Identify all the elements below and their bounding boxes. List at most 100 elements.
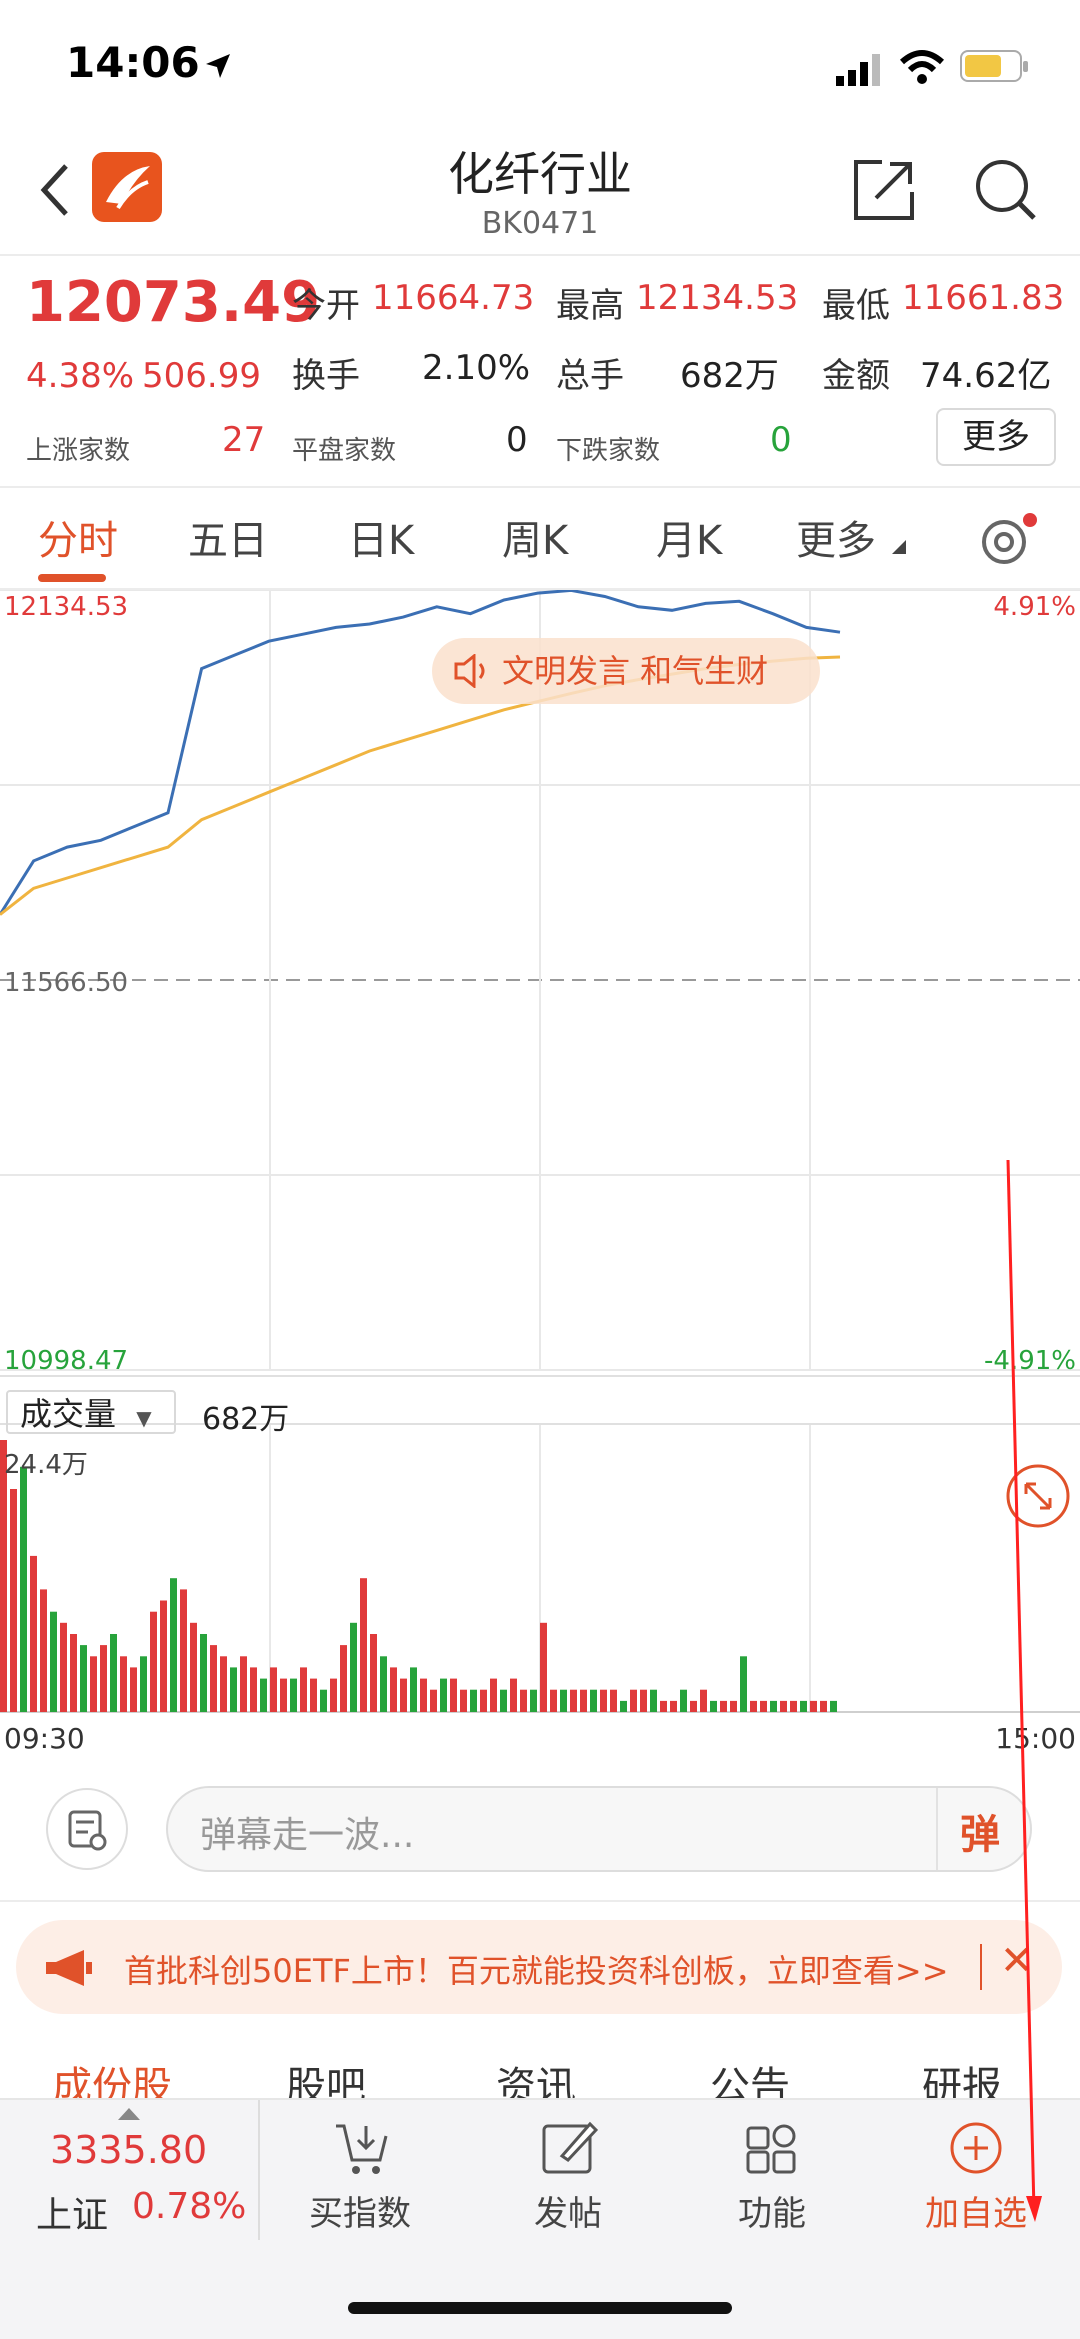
volume-value: 682万	[680, 356, 779, 396]
functions-label: 功能	[738, 2194, 806, 2234]
volume-bar	[210, 1645, 217, 1712]
volume-bar	[670, 1700, 677, 1712]
volume-bar	[430, 1689, 437, 1712]
up-arrow-icon	[118, 2108, 140, 2120]
volume-bar	[560, 1689, 567, 1712]
tab-monthly-k[interactable]: 月K	[656, 508, 722, 566]
volume-indicator-label: 成交量	[20, 1395, 117, 1433]
active-tab-indicator	[38, 574, 106, 582]
quote-more-button[interactable]: 更多	[936, 408, 1056, 466]
buy-index-label: 买指数	[309, 2194, 411, 2234]
volume-bar	[540, 1622, 547, 1712]
volume-bar	[90, 1656, 97, 1712]
price-bottom-label: 10998.47	[4, 1346, 129, 1376]
tab-more[interactable]: 更多	[796, 508, 876, 566]
volume-bar	[40, 1589, 47, 1712]
volume-label: 总手	[556, 356, 624, 396]
volume-bar	[680, 1689, 687, 1712]
volume-bar	[600, 1689, 607, 1712]
flat-count-value: 0	[506, 420, 528, 460]
volume-indicator-select[interactable]: 成交量 ▼	[6, 1390, 176, 1434]
index-name: 上证	[36, 2195, 109, 2236]
price-top-label: 12134.53	[4, 592, 129, 622]
battery-icon	[960, 50, 1028, 82]
flat-count-label: 平盘家数	[292, 436, 397, 466]
volume-bar	[200, 1634, 207, 1712]
index-ticker[interactable]: 3335.80 上证 0.78%	[0, 2100, 258, 2240]
volume-bar	[420, 1678, 427, 1712]
volume-bar	[240, 1656, 247, 1712]
volume-bar	[480, 1689, 487, 1712]
volume-bar	[360, 1578, 367, 1712]
intraday-chart[interactable]	[0, 590, 1080, 1760]
volume-bar	[330, 1678, 337, 1712]
tab-five-day[interactable]: 五日	[188, 508, 268, 566]
low-value: 11661.83	[902, 278, 1065, 318]
turnover-value: 2.10%	[422, 348, 531, 388]
index-change: 0.78%	[132, 2186, 247, 2227]
volume-bar	[320, 1689, 327, 1712]
location-arrow-icon	[206, 54, 230, 78]
volume-bar	[580, 1689, 587, 1712]
grid-apps-icon	[746, 2124, 796, 2174]
volume-bar	[130, 1667, 137, 1712]
danmu-input[interactable]: 弹幕走一波... 弹	[166, 1786, 1032, 1872]
change-amount: 506.99	[142, 356, 261, 396]
volume-bar	[800, 1700, 807, 1712]
volume-bar	[50, 1611, 57, 1712]
volume-bar	[220, 1656, 227, 1712]
post-button[interactable]: 发帖	[488, 2120, 648, 2240]
cart-icon	[336, 2124, 388, 2174]
volume-bar	[270, 1667, 277, 1712]
share-icon[interactable]	[852, 158, 916, 222]
volume-bar	[550, 1689, 557, 1712]
functions-button[interactable]: 功能	[692, 2120, 852, 2240]
volume-bar	[280, 1678, 287, 1712]
volume-bar	[190, 1622, 197, 1712]
volume-bar	[710, 1700, 717, 1712]
danmu-settings-icon	[68, 1810, 107, 1851]
buy-index-button[interactable]: 买指数	[280, 2120, 440, 2240]
amount-label: 金额	[822, 356, 890, 396]
open-label: 今开	[292, 286, 360, 326]
notice-text: 文明发言 和气生财	[502, 652, 769, 690]
volume-bar	[160, 1600, 167, 1712]
tab-weekly-k[interactable]: 周K	[502, 508, 568, 566]
high-label: 最高	[556, 286, 624, 326]
volume-bar	[140, 1656, 147, 1712]
high-value: 12134.53	[636, 278, 799, 318]
tab-daily-k[interactable]: 日K	[348, 508, 414, 566]
post-label: 发帖	[534, 2194, 602, 2234]
volume-bar	[30, 1555, 37, 1712]
amount-value: 74.62亿	[920, 356, 1052, 396]
volume-bar	[650, 1689, 657, 1712]
volume-bar	[690, 1700, 697, 1712]
tab-intraday[interactable]: 分时	[38, 508, 118, 566]
status-bar: 14:06	[0, 0, 1080, 130]
signal-icon	[836, 54, 880, 86]
sector-code: BK0471	[481, 206, 599, 241]
volume-bar	[120, 1656, 127, 1712]
search-icon[interactable]	[972, 156, 1038, 222]
volume-bar	[730, 1700, 737, 1712]
low-label: 最低	[822, 286, 890, 326]
change-percent: 4.38%	[26, 356, 135, 396]
settings-gear-icon[interactable]	[976, 510, 1040, 574]
volume-bar	[500, 1689, 507, 1712]
volume-bar	[450, 1678, 457, 1712]
volume-bar	[460, 1689, 467, 1712]
wifi-icon	[899, 50, 945, 84]
volume-bar	[230, 1667, 237, 1712]
annotation-arrow	[1006, 1159, 1042, 2222]
danmu-placeholder: 弹幕走一波...	[200, 1815, 415, 1856]
pct-top-label: 4.91%	[993, 592, 1076, 622]
volume-bar	[440, 1678, 447, 1712]
promo-banner[interactable]: 首批科创50ETF上市！百元就能投资科创板，立即查看>> ✕	[16, 1920, 1062, 2014]
volume-bar	[10, 1489, 17, 1712]
volume-bar	[310, 1678, 317, 1712]
speaker-icon	[454, 654, 485, 688]
edit-icon	[542, 2121, 598, 2174]
danmu-settings-button[interactable]	[46, 1788, 128, 1870]
turnover-label: 换手	[292, 356, 360, 396]
volume-bar	[610, 1689, 617, 1712]
